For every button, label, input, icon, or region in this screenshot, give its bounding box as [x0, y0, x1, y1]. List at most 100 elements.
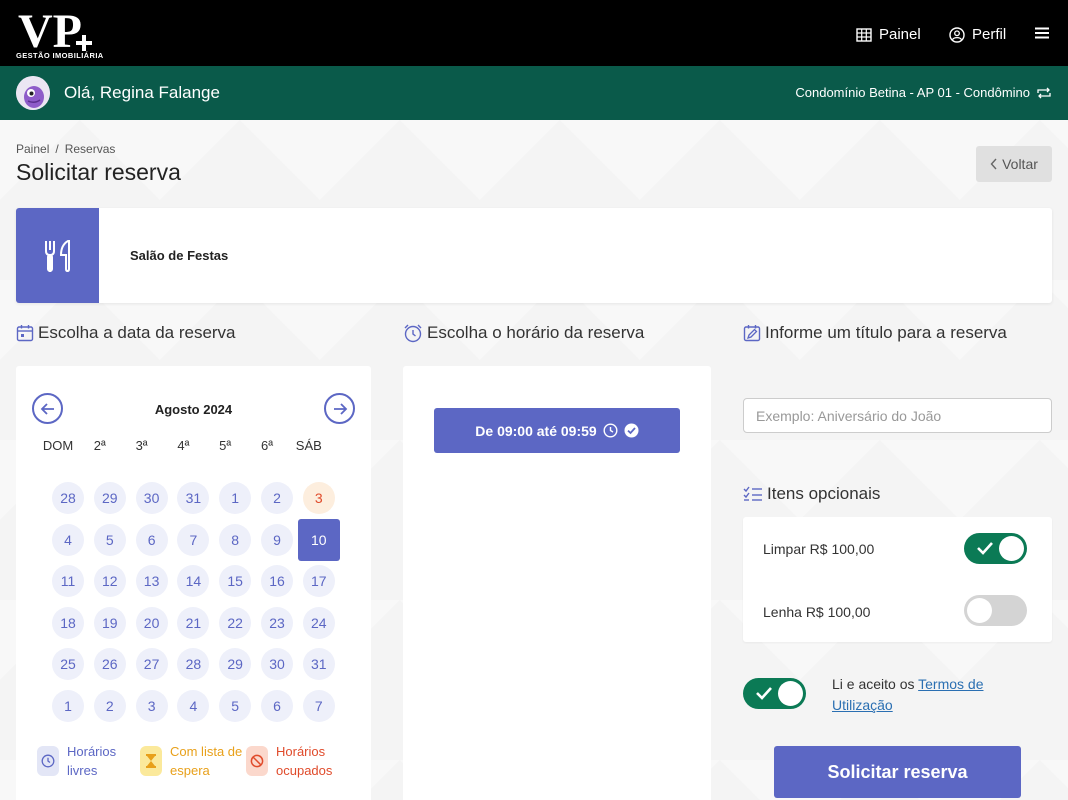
calendar-day[interactable]: 31 — [302, 648, 335, 681]
calendar-day[interactable]: 17 — [302, 565, 335, 598]
calendar-day[interactable]: 30 — [261, 648, 293, 681]
legend-free-line2: livres — [67, 763, 98, 778]
calendar-day[interactable]: 27 — [135, 648, 168, 681]
optional-item-label: Limpar R$ 100,00 — [763, 541, 875, 557]
weekday-label: DOM — [42, 438, 74, 453]
calendar-next-button[interactable] — [324, 393, 355, 424]
calendar-day[interactable]: 14 — [177, 565, 210, 598]
nav-perfil-label: Perfil — [972, 26, 1007, 43]
nav-painel[interactable]: Painel — [856, 26, 921, 43]
space-card: Salão de Festas — [16, 208, 1052, 303]
calendar-day[interactable]: 13 — [135, 565, 168, 598]
calendar-day[interactable]: 23 — [261, 606, 293, 639]
legend-busy-icon-box — [246, 746, 268, 776]
calendar-day[interactable]: 2 — [261, 482, 293, 514]
cutlery-icon — [44, 239, 70, 272]
calendar-day[interactable]: 5 — [93, 523, 126, 556]
reservation-title-input[interactable] — [743, 398, 1052, 433]
calendar-day[interactable]: 10 — [297, 518, 340, 561]
legend-busy-line1: Horários — [276, 744, 326, 759]
calendar-day[interactable]: 21 — [177, 606, 210, 639]
calendar-day[interactable]: 7 — [177, 523, 210, 556]
alarm-clock-icon — [404, 324, 422, 343]
optional-item-toggle-lenha[interactable] — [964, 595, 1027, 626]
time-slot-panel: De 09:00 até 09:59 — [403, 366, 711, 800]
calendar-day[interactable]: 8 — [219, 523, 252, 556]
breadcrumb-reservas[interactable]: Reservas — [65, 142, 116, 156]
time-slot-label: De 09:00 até 09:59 — [475, 422, 597, 439]
calendar-day[interactable]: 9 — [261, 523, 293, 556]
weekday-label: 3ª — [135, 438, 148, 453]
check-icon — [977, 542, 993, 555]
calendar-day[interactable]: 5 — [219, 690, 252, 722]
user-greeting: Olá, Regina Falange — [64, 83, 220, 102]
menu-button[interactable] — [1034, 26, 1050, 40]
legend-waitlist: Com lista de espera — [140, 742, 242, 780]
optional-item-toggle-limpar[interactable] — [964, 533, 1027, 564]
ban-icon — [250, 754, 264, 768]
calendar-day[interactable]: 28 — [52, 482, 84, 514]
hamburger-icon — [1035, 27, 1049, 39]
calendar-day[interactable]: 29 — [219, 648, 252, 681]
calendar-day[interactable]: 2 — [93, 690, 126, 722]
terms-toggle[interactable] — [743, 678, 806, 709]
calendar-day[interactable]: 15 — [219, 565, 252, 598]
checklist-icon — [743, 486, 762, 501]
section-title-title: Informe um título para a reserva — [743, 323, 1007, 343]
breadcrumb: Painel / Reservas — [16, 142, 115, 156]
clock-icon — [603, 423, 618, 438]
back-button[interactable]: Voltar — [976, 146, 1052, 182]
condo-label: Condomínio Betina - AP 01 - Condômino — [795, 85, 1030, 100]
calendar-month: Agosto 2024 — [154, 402, 233, 417]
calendar-day[interactable]: 4 — [177, 690, 210, 722]
repeat-icon — [1037, 87, 1051, 98]
calendar-day[interactable]: 16 — [261, 565, 293, 598]
time-slot-button[interactable]: De 09:00 até 09:59 — [434, 408, 680, 453]
calendar-day[interactable]: 1 — [52, 690, 84, 722]
calendar-day[interactable]: 7 — [302, 690, 335, 722]
nav-perfil[interactable]: Perfil — [949, 26, 1006, 43]
legend-busy-line2: ocupados — [276, 763, 333, 778]
avatar[interactable] — [16, 76, 50, 110]
check-icon — [756, 687, 772, 700]
calendar-day[interactable]: 26 — [93, 648, 126, 681]
calendar: Agosto 2024 DOM 2ª 3ª 4ª 5ª 6ª SÁB 28 29 30 31 1 2 3… — [16, 366, 371, 800]
calendar-day[interactable]: 6 — [135, 523, 168, 556]
optional-item-label: Lenha R$ 100,00 — [763, 604, 871, 620]
calendar-day[interactable]: 19 — [93, 606, 126, 639]
user-circle-icon — [949, 26, 965, 43]
legend-waitlist-line1: Com lista de — [170, 744, 243, 759]
calendar-day[interactable]: 29 — [93, 482, 126, 514]
calendar-day[interactable]: 3 — [302, 482, 335, 514]
space-name: Salão de Festas — [130, 248, 229, 263]
optional-items-card: Limpar R$ 100,00 Lenha R$ 100,00 — [743, 517, 1052, 642]
calendar-day[interactable]: 22 — [219, 606, 252, 639]
condo-selector[interactable]: Condomínio Betina - AP 01 - Condômino — [795, 85, 1052, 100]
calendar-day[interactable]: 24 — [302, 606, 335, 639]
calendar-day[interactable]: 3 — [135, 690, 168, 722]
calendar-day[interactable]: 30 — [135, 482, 168, 514]
calendar-day[interactable]: 18 — [52, 606, 84, 639]
calendar-day[interactable]: 20 — [135, 606, 168, 639]
calendar-day[interactable]: 31 — [177, 482, 210, 514]
section-title-label: Informe um título para a reserva — [765, 323, 1007, 342]
calendar-day[interactable]: 11 — [52, 565, 84, 598]
calendar-day[interactable]: 6 — [261, 690, 293, 722]
space-icon-box — [16, 208, 99, 303]
calendar-day[interactable]: 1 — [219, 482, 252, 514]
calendar-day[interactable]: 12 — [93, 565, 126, 598]
calendar-day[interactable]: 28 — [177, 648, 210, 681]
weekday-label: SÁB — [295, 438, 322, 453]
breadcrumb-painel[interactable]: Painel — [16, 142, 49, 156]
grid-icon — [856, 27, 872, 42]
breadcrumb-separator: / — [55, 142, 59, 156]
toggle-knob — [778, 681, 803, 706]
calendar-day[interactable]: 4 — [52, 523, 84, 556]
section-time-label: Escolha o horário da reserva — [427, 323, 645, 342]
legend-busy: Horários ocupados — [246, 742, 332, 780]
calendar-day[interactable]: 25 — [52, 648, 84, 681]
check-circle-icon — [624, 423, 639, 438]
section-time-title: Escolha o horário da reserva — [403, 323, 644, 343]
submit-reservation-button[interactable]: Solicitar reserva — [774, 746, 1021, 798]
toggle-knob — [967, 598, 992, 623]
